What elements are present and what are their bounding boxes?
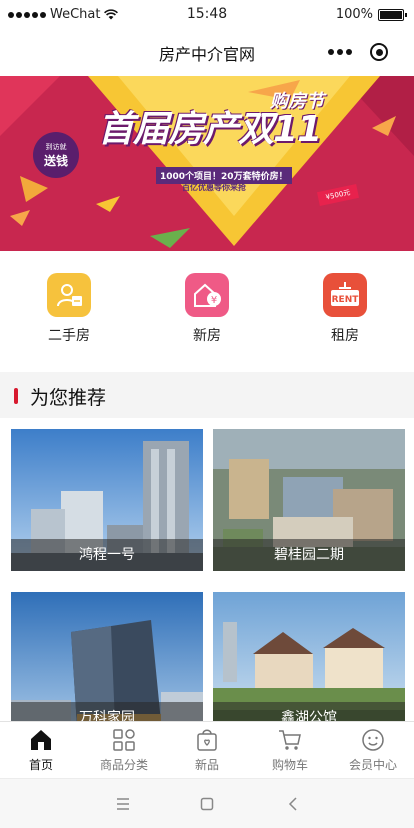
svg-text:¥: ¥ (211, 295, 217, 306)
category-secondhand[interactable]: 二手房 (29, 273, 109, 345)
tab-label: 首页 (28, 758, 53, 772)
new-house-icon: ¥ (185, 273, 229, 317)
product-grid: 鸿程一号 碧桂园二期 万科家园 鑫湖公馆 (0, 418, 414, 721)
gift-badge: 到访就 送钱 (33, 132, 79, 178)
banner-tagline: 百亿优惠等你来抢 (182, 183, 246, 192)
category-new-house[interactable]: ¥ 新房 (167, 273, 247, 345)
svg-text:RENT: RENT (332, 295, 360, 305)
menu-icon[interactable] (108, 793, 138, 815)
category-rent[interactable]: RENT 租房 (305, 273, 385, 345)
promo-banner[interactable]: 购房节 首届房产双11 1000个项目！20万套特价房！ 百亿优惠等你来抢 到访… (0, 76, 414, 251)
tab-label: 购物车 (271, 758, 308, 772)
category-grid-icon (113, 729, 135, 751)
badge-large-text: 送钱 (43, 154, 68, 168)
battery-percent: 100% (335, 7, 373, 22)
badge-small-text: 到访就 (45, 143, 67, 151)
product-name: 鑫湖公馆 (213, 702, 405, 721)
tab-label: 会员中心 (348, 758, 397, 772)
category-row: 二手房 ¥ 新房 RENT 租房 (0, 251, 414, 372)
tab-new[interactable]: 新品 (166, 728, 248, 773)
mini-program-capsule (318, 37, 398, 67)
banner-title-number: 11 (273, 109, 322, 150)
tab-home[interactable]: 首页 (0, 728, 82, 773)
more-options-icon[interactable] (328, 49, 352, 55)
battery-icon (378, 8, 407, 21)
cart-icon (279, 730, 301, 750)
product-name: 碧桂园二期 (213, 539, 405, 571)
home-square-icon[interactable] (192, 793, 222, 815)
back-icon[interactable] (278, 793, 308, 815)
status-bar: WeChat 15:48 100% (0, 0, 414, 30)
navigation-bar: 房产中介官网 (0, 30, 414, 76)
product-name: 万科家园 (11, 702, 203, 721)
section-accent-bar (14, 388, 18, 404)
secondhand-house-icon (47, 273, 91, 317)
rent-icon: RENT (323, 273, 367, 317)
banner-title: 首届房产双11 (98, 100, 322, 152)
home-icon (31, 730, 51, 750)
system-navigation-bar (0, 778, 414, 828)
recommend-section-header: 为您推荐 (0, 372, 414, 418)
category-label: 二手房 (48, 328, 90, 344)
tab-member[interactable]: 会员中心 (332, 728, 414, 773)
bottom-tab-bar: 首页 商品分类 新品 购物车 会员中心 (0, 721, 414, 778)
product-name: 鸿程一号 (11, 539, 203, 571)
category-label: 租房 (331, 328, 359, 344)
product-card[interactable]: 碧桂园二期 (213, 429, 405, 571)
member-face-icon (362, 729, 384, 751)
section-title: 为您推荐 (30, 387, 107, 409)
category-label: 新房 (193, 328, 221, 344)
product-card[interactable]: 鸿程一号 (11, 429, 203, 571)
product-card[interactable]: 鑫湖公馆 (213, 592, 405, 721)
banner-title-text: 首届房产双 (98, 109, 274, 150)
tab-label: 商品分类 (99, 758, 148, 772)
product-card[interactable]: 万科家园 (11, 592, 203, 721)
new-bag-icon (197, 729, 217, 751)
close-target-icon[interactable] (370, 43, 388, 61)
tab-label: 新品 (194, 758, 219, 772)
tab-cart[interactable]: 购物车 (249, 728, 331, 773)
battery-info: 100% (335, 7, 407, 22)
tab-category[interactable]: 商品分类 (83, 728, 165, 773)
